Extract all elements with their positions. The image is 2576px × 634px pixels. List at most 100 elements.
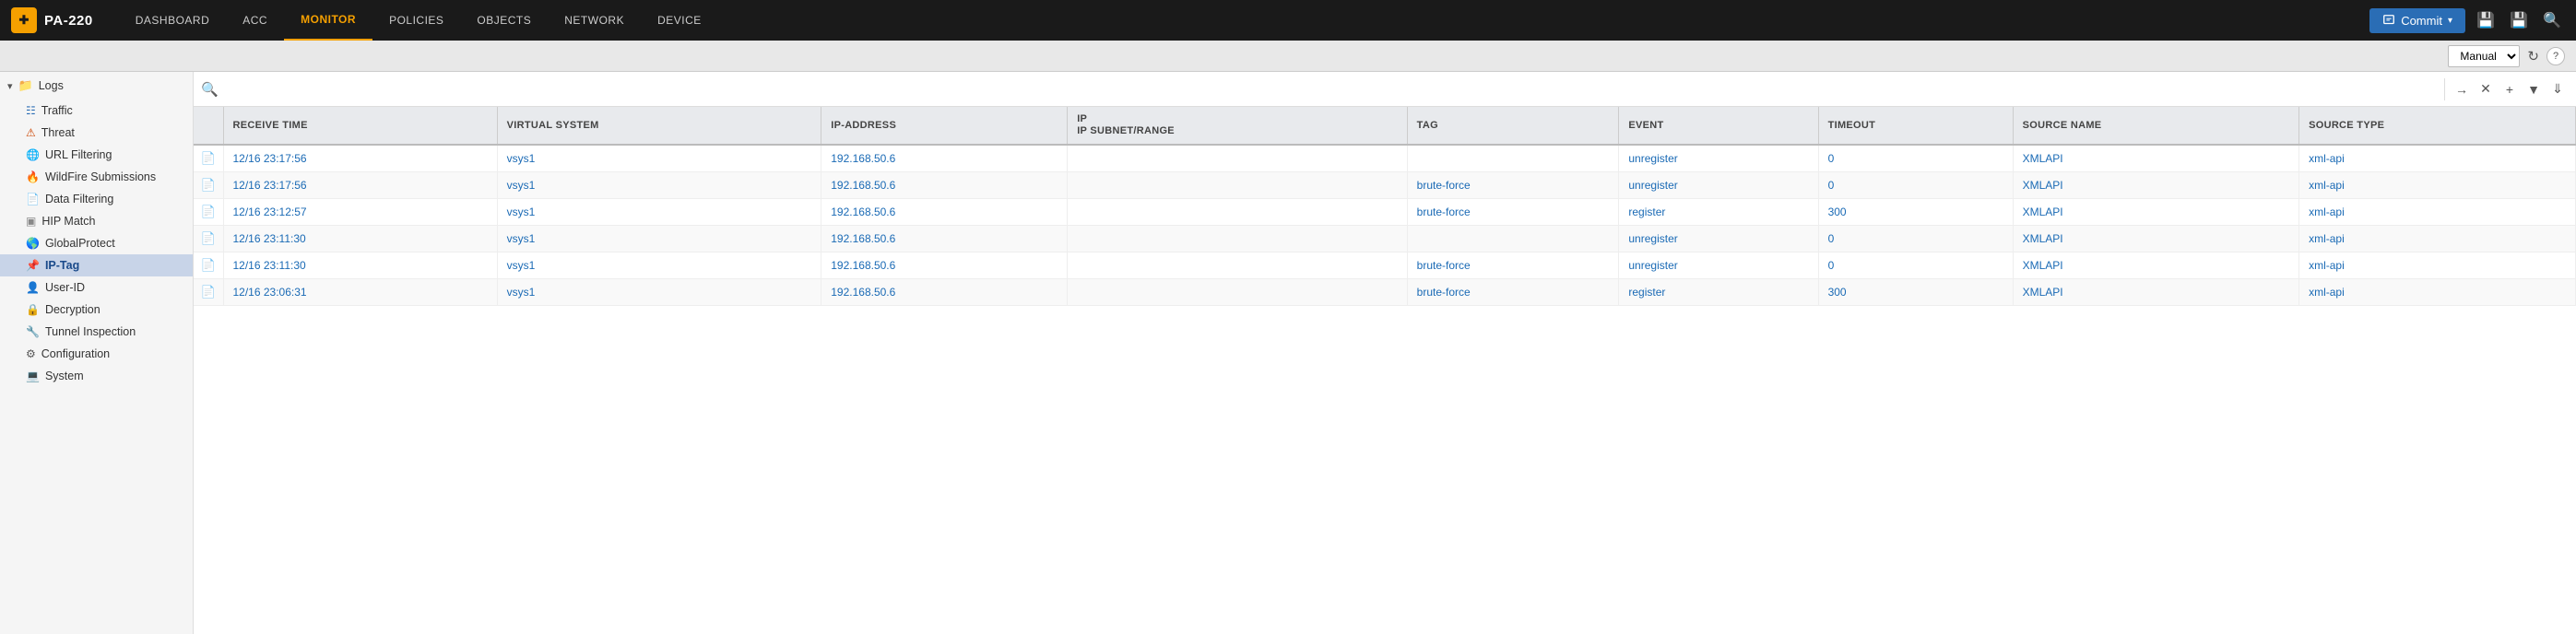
- cell-source-name[interactable]: XMLAPI: [2013, 279, 2298, 306]
- logo-area: ✚ PA-220: [11, 7, 93, 33]
- cell-virtual-system[interactable]: vsys1: [497, 252, 821, 279]
- cell-source-type[interactable]: xml-api: [2299, 279, 2576, 306]
- nav-item-network[interactable]: NETWORK: [548, 0, 641, 41]
- row-detail-icon[interactable]: 📄: [194, 226, 223, 252]
- sidebar-item-wildfire[interactable]: 🔥 WildFire Submissions: [0, 166, 193, 188]
- sidebar-item-url-filtering[interactable]: 🌐 URL Filtering: [0, 144, 193, 166]
- cell-receive-time[interactable]: 12/16 23:12:57: [223, 199, 497, 226]
- cell-source-type[interactable]: xml-api: [2299, 252, 2576, 279]
- cell-timeout[interactable]: 0: [1818, 252, 2013, 279]
- save-icon-btn[interactable]: 💾: [2473, 7, 2499, 33]
- cell-timeout[interactable]: 0: [1818, 226, 2013, 252]
- nav-item-objects[interactable]: OBJECTS: [460, 0, 548, 41]
- row-detail-icon[interactable]: 📄: [194, 199, 223, 226]
- cell-receive-time[interactable]: 12/16 23:17:56: [223, 145, 497, 172]
- col-timeout[interactable]: TIMEOUT: [1818, 107, 2013, 145]
- manual-select[interactable]: Manual: [2448, 45, 2520, 67]
- cell-ip-address[interactable]: 192.168.50.6: [821, 226, 1068, 252]
- search-add-btn[interactable]: +: [2499, 78, 2521, 100]
- refresh-icon[interactable]: ↻: [2527, 48, 2539, 65]
- sidebar-item-hip-label: HIP Match: [41, 215, 95, 228]
- cell-tag[interactable]: brute-force: [1407, 199, 1619, 226]
- nav-item-device[interactable]: DEVICE: [641, 0, 718, 41]
- row-detail-icon[interactable]: 📄: [194, 172, 223, 199]
- cell-event[interactable]: register: [1619, 199, 1818, 226]
- cell-event[interactable]: unregister: [1619, 145, 1818, 172]
- userid-icon: 👤: [26, 281, 40, 294]
- cell-source-type[interactable]: xml-api: [2299, 226, 2576, 252]
- sidebar-item-configuration[interactable]: ⚙ Configuration: [0, 343, 193, 365]
- cell-source-type[interactable]: xml-api: [2299, 145, 2576, 172]
- sidebar-item-traffic[interactable]: ☷ Traffic: [0, 100, 193, 122]
- cell-receive-time[interactable]: 12/16 23:11:30: [223, 252, 497, 279]
- cell-source-name[interactable]: XMLAPI: [2013, 252, 2298, 279]
- search-export-btn[interactable]: ⇓: [2546, 78, 2569, 100]
- col-virtual-system[interactable]: VIRTUAL SYSTEM: [497, 107, 821, 145]
- col-receive-time[interactable]: RECEIVE TIME: [223, 107, 497, 145]
- search-nav-btn[interactable]: 🔍: [2539, 7, 2565, 33]
- col-source-type[interactable]: SOURCE TYPE: [2299, 107, 2576, 145]
- search-close-btn[interactable]: ✕: [2475, 78, 2497, 100]
- cell-event[interactable]: unregister: [1619, 172, 1818, 199]
- cell-ip-address[interactable]: 192.168.50.6: [821, 279, 1068, 306]
- sidebar-item-decryption[interactable]: 🔒 Decryption: [0, 299, 193, 321]
- col-ip-subnet-range[interactable]: IPIP SUBNET/RANGE: [1068, 107, 1407, 145]
- cell-source-name[interactable]: XMLAPI: [2013, 199, 2298, 226]
- search-filter-btn[interactable]: ▼: [2523, 78, 2545, 100]
- cell-event[interactable]: unregister: [1619, 252, 1818, 279]
- col-ip-address[interactable]: IP-ADDRESS: [821, 107, 1068, 145]
- sidebar-item-ip-tag[interactable]: 📌 IP-Tag: [0, 254, 193, 276]
- sidebar-item-threat[interactable]: ⚠ Threat: [0, 122, 193, 144]
- nav-item-monitor[interactable]: MONITOR: [284, 0, 372, 41]
- cell-tag[interactable]: brute-force: [1407, 172, 1619, 199]
- help-icon[interactable]: ?: [2546, 47, 2565, 65]
- cell-ip-address[interactable]: 192.168.50.6: [821, 252, 1068, 279]
- cell-virtual-system[interactable]: vsys1: [497, 145, 821, 172]
- save2-icon-btn[interactable]: 💾: [2506, 7, 2532, 33]
- cell-ip-subnet-range: [1068, 252, 1407, 279]
- cell-timeout[interactable]: 0: [1818, 145, 2013, 172]
- cell-timeout[interactable]: 300: [1818, 199, 2013, 226]
- nav-item-dashboard[interactable]: DASHBOARD: [119, 0, 227, 41]
- cell-timeout[interactable]: 0: [1818, 172, 2013, 199]
- sidebar-item-system[interactable]: 💻 System: [0, 365, 193, 387]
- cell-virtual-system[interactable]: vsys1: [497, 279, 821, 306]
- cell-timeout[interactable]: 300: [1818, 279, 2013, 306]
- cell-source-name[interactable]: XMLAPI: [2013, 226, 2298, 252]
- sidebar-item-user-id[interactable]: 👤 User-ID: [0, 276, 193, 299]
- row-detail-icon[interactable]: 📄: [194, 145, 223, 172]
- col-tag[interactable]: TAG: [1407, 107, 1619, 145]
- cell-receive-time[interactable]: 12/16 23:11:30: [223, 226, 497, 252]
- sidebar-item-globalprotect[interactable]: 🌎 GlobalProtect: [0, 232, 193, 254]
- cell-source-name[interactable]: XMLAPI: [2013, 172, 2298, 199]
- sidebar-group-logs[interactable]: ▾ 📁 Logs: [0, 72, 193, 100]
- cell-virtual-system[interactable]: vsys1: [497, 172, 821, 199]
- sidebar-item-tunnel-inspection[interactable]: 🔧 Tunnel Inspection: [0, 321, 193, 343]
- search-input[interactable]: [224, 82, 2439, 96]
- nav-item-acc[interactable]: ACC: [226, 0, 284, 41]
- cell-receive-time[interactable]: 12/16 23:17:56: [223, 172, 497, 199]
- cell-tag[interactable]: brute-force: [1407, 279, 1619, 306]
- search-forward-btn[interactable]: →: [2451, 78, 2473, 100]
- row-detail-icon[interactable]: 📄: [194, 252, 223, 279]
- col-event[interactable]: EVENT: [1619, 107, 1818, 145]
- cell-event[interactable]: unregister: [1619, 226, 1818, 252]
- col-source-name[interactable]: SOURCE NAME: [2013, 107, 2298, 145]
- cell-virtual-system[interactable]: vsys1: [497, 199, 821, 226]
- sidebar-item-data-filtering[interactable]: 📄 Data Filtering: [0, 188, 193, 210]
- commit-button[interactable]: Commit ▾: [2369, 8, 2465, 33]
- cell-receive-time[interactable]: 12/16 23:06:31: [223, 279, 497, 306]
- cell-tag[interactable]: brute-force: [1407, 252, 1619, 279]
- cell-event[interactable]: register: [1619, 279, 1818, 306]
- cell-source-type[interactable]: xml-api: [2299, 199, 2576, 226]
- cell-ip-address[interactable]: 192.168.50.6: [821, 172, 1068, 199]
- row-detail-icon[interactable]: 📄: [194, 279, 223, 306]
- nav-item-policies[interactable]: POLICIES: [372, 0, 460, 41]
- cell-ip-address[interactable]: 192.168.50.6: [821, 199, 1068, 226]
- cell-source-type[interactable]: xml-api: [2299, 172, 2576, 199]
- cell-source-name[interactable]: XMLAPI: [2013, 145, 2298, 172]
- sidebar-item-hip-match[interactable]: ▣ HIP Match: [0, 210, 193, 232]
- cell-virtual-system[interactable]: vsys1: [497, 226, 821, 252]
- sidebar-item-iptag-label: IP-Tag: [45, 259, 79, 272]
- cell-ip-address[interactable]: 192.168.50.6: [821, 145, 1068, 172]
